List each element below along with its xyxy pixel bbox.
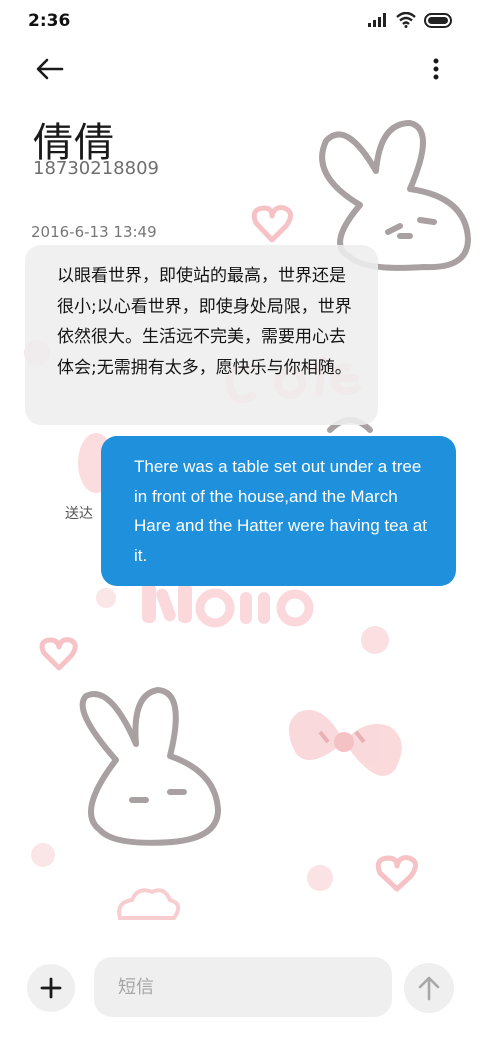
bunny-doodle bbox=[79, 687, 221, 846]
wifi-icon bbox=[396, 12, 416, 28]
status-icons bbox=[368, 12, 454, 28]
heart-doodle bbox=[251, 205, 293, 243]
back-button[interactable] bbox=[34, 54, 66, 84]
heart-doodle bbox=[39, 637, 78, 671]
cloud-doodle bbox=[117, 888, 181, 920]
message-input[interactable] bbox=[94, 957, 392, 1017]
bow-doodle bbox=[288, 710, 402, 776]
status-time: 2:36 bbox=[28, 11, 71, 31]
status-bar: 2:36 bbox=[0, 0, 480, 42]
signal-icon bbox=[368, 13, 386, 27]
heart-doodle bbox=[375, 855, 418, 892]
message-timestamp: 2016-6-13 13:49 bbox=[31, 223, 157, 241]
pink-dot bbox=[96, 588, 116, 608]
arrow-up-icon bbox=[418, 976, 440, 1001]
delivery-status: 送达 bbox=[65, 506, 93, 522]
incoming-message-text: 以眼看世界，即使站的最高，世界还是很小;以心看世界，即使身处局限，世界依然很大。… bbox=[57, 266, 352, 378]
battery-icon bbox=[424, 12, 452, 28]
send-button[interactable] bbox=[404, 963, 454, 1013]
incoming-message-bubble[interactable]: 以眼看世界，即使站的最高，世界还是很小;以心看世界，即使身处局限，世界依然很大。… bbox=[25, 245, 378, 425]
add-attachment-button[interactable] bbox=[27, 964, 75, 1012]
outgoing-message-text: There was a table set out under a tree i… bbox=[134, 457, 427, 565]
plus-icon bbox=[40, 977, 62, 999]
pink-dot bbox=[31, 843, 55, 867]
outgoing-message-bubble[interactable]: There was a table set out under a tree i… bbox=[101, 436, 456, 586]
contact-number: 18730218809 bbox=[33, 158, 159, 179]
pink-dot bbox=[361, 626, 389, 654]
more-vertical-icon bbox=[433, 58, 439, 80]
more-options-button[interactable] bbox=[428, 56, 444, 82]
arrow-left-icon bbox=[36, 58, 64, 80]
pink-dot bbox=[307, 865, 333, 891]
momo-lettering bbox=[142, 583, 314, 628]
